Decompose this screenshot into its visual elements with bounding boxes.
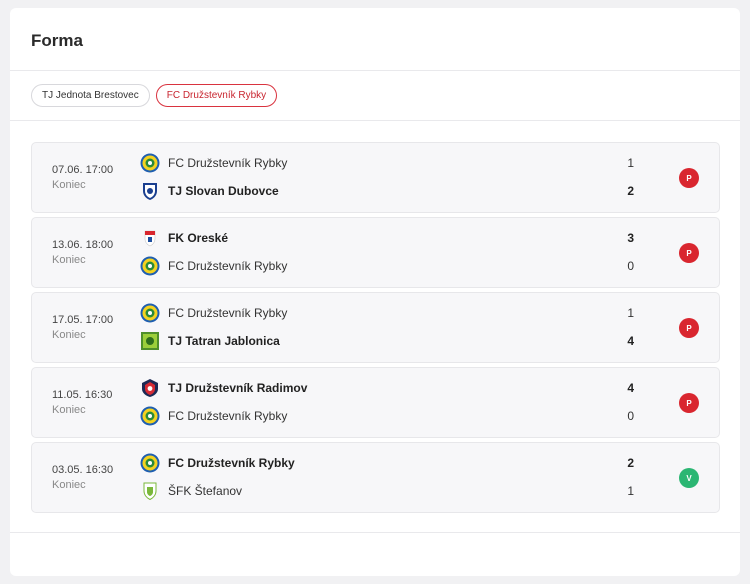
home-team-name[interactable]: FC Družstevník Rybky xyxy=(168,156,287,170)
away-team: ŠFK Štefanov xyxy=(140,481,640,501)
result-badge: V xyxy=(679,468,699,488)
match-row[interactable]: 03.05. 16:30 Koniec FC Družstevník Rybky… xyxy=(31,442,720,513)
home-team: FC Družstevník Rybky xyxy=(140,153,640,173)
home-team-name[interactable]: FC Družstevník Rybky xyxy=(168,456,295,470)
match-row[interactable]: 07.06. 17:00 Koniec FC Družstevník Rybky… xyxy=(31,142,720,213)
match-status: Koniec xyxy=(52,479,86,491)
home-score: 4 xyxy=(627,381,634,395)
tab-home-team[interactable]: TJ Jednota Brestovec xyxy=(31,84,150,107)
rybky-crest-icon xyxy=(140,303,160,323)
away-score: 1 xyxy=(627,484,634,498)
match-date: 11.05. 16:30 xyxy=(52,389,113,401)
result-badge: P xyxy=(679,393,699,413)
match-date: 13.06. 18:00 xyxy=(52,239,114,251)
jablonica-crest-icon xyxy=(140,331,160,351)
home-team: FK Oreské xyxy=(140,228,640,248)
form-card: Forma TJ Jednota Brestovec FC Družstevní… xyxy=(10,8,740,576)
away-team: FC Družstevník Rybky xyxy=(140,406,640,426)
home-score: 3 xyxy=(627,231,634,245)
tab-label: TJ Jednota Brestovec xyxy=(42,90,139,101)
away-score: 0 xyxy=(627,409,634,423)
match-list: 07.06. 17:00 Koniec FC Družstevník Rybky… xyxy=(10,121,740,513)
home-team-name[interactable]: TJ Družstevník Radimov xyxy=(168,381,307,395)
home-score: 2 xyxy=(627,456,634,470)
tab-away-team[interactable]: FC Družstevník Rybky xyxy=(155,84,278,107)
home-team-name[interactable]: FC Družstevník Rybky xyxy=(168,306,287,320)
card-header: Forma xyxy=(10,8,740,71)
tab-label: FC Družstevník Rybky xyxy=(166,90,267,101)
rybky-crest-icon xyxy=(140,406,160,426)
away-score: 0 xyxy=(627,259,634,273)
match-date: 03.05. 16:30 xyxy=(52,464,114,476)
section-title: Forma xyxy=(31,31,83,50)
rybky-crest-icon xyxy=(140,453,160,473)
match-status: Koniec xyxy=(52,329,86,341)
match-status: Koniec xyxy=(52,404,86,416)
match-row[interactable]: 13.06. 18:00 Koniec FK Oreské FC Družste… xyxy=(31,217,720,288)
match-status: Koniec xyxy=(52,254,86,266)
match-status: Koniec xyxy=(52,179,86,191)
match-row[interactable]: 17.05. 17:00 Koniec FC Družstevník Rybky… xyxy=(31,292,720,363)
away-score: 4 xyxy=(627,334,634,348)
away-team: TJ Tatran Jablonica xyxy=(140,331,640,351)
away-team: TJ Slovan Dubovce xyxy=(140,181,640,201)
match-date: 17.05. 17:00 xyxy=(52,314,114,326)
away-team: FC Družstevník Rybky xyxy=(140,256,640,276)
home-team: FC Družstevník Rybky xyxy=(140,453,640,473)
away-team-name[interactable]: FC Družstevník Rybky xyxy=(168,259,287,273)
away-team-name[interactable]: ŠFK Štefanov xyxy=(168,484,242,498)
home-score: 1 xyxy=(627,156,634,170)
team-tabs: TJ Jednota Brestovec FC Družstevník Rybk… xyxy=(10,71,740,121)
home-team: FC Družstevník Rybky xyxy=(140,303,640,323)
radimov-crest-icon xyxy=(140,378,160,398)
rybky-crest-icon xyxy=(140,153,160,173)
result-badge: P xyxy=(679,243,699,263)
home-team: TJ Družstevník Radimov xyxy=(140,378,640,398)
card-footer-divider xyxy=(10,532,740,533)
dubovce-crest-icon xyxy=(140,181,160,201)
oreske-crest-icon xyxy=(140,228,160,248)
result-badge: P xyxy=(679,318,699,338)
match-date: 07.06. 17:00 xyxy=(52,164,114,176)
stefanov-crest-icon xyxy=(140,481,160,501)
home-score: 1 xyxy=(627,306,634,320)
result-badge: P xyxy=(679,168,699,188)
match-row[interactable]: 11.05. 16:30 Koniec TJ Družstevník Radim… xyxy=(31,367,720,438)
rybky-crest-icon xyxy=(140,256,160,276)
away-team-name[interactable]: TJ Slovan Dubovce xyxy=(168,184,279,198)
away-score: 2 xyxy=(627,184,634,198)
away-team-name[interactable]: FC Družstevník Rybky xyxy=(168,409,287,423)
home-team-name[interactable]: FK Oreské xyxy=(168,231,228,245)
away-team-name[interactable]: TJ Tatran Jablonica xyxy=(168,334,280,348)
